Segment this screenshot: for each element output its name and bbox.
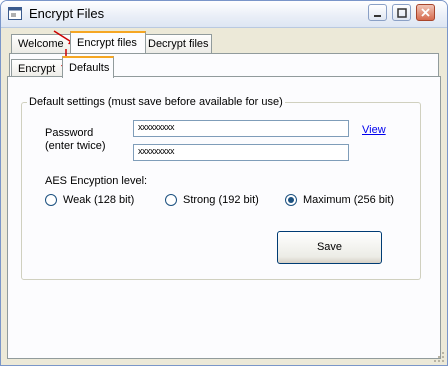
app-window: Encrypt Files Welcome Encrypt files Decr… — [0, 0, 448, 366]
maximize-button[interactable] — [392, 4, 411, 21]
save-button[interactable]: Save — [277, 231, 382, 264]
minimize-button[interactable] — [368, 4, 387, 21]
radio-maximum[interactable] — [285, 194, 297, 206]
window-title: Encrypt Files — [29, 6, 105, 21]
tab-welcome[interactable]: Welcome — [11, 34, 72, 53]
aes-level-label: AES Encyption level: — [45, 175, 148, 187]
app-icon — [8, 7, 22, 20]
tab-decrypt-files[interactable]: Decrypt files — [141, 34, 212, 53]
radio-weak[interactable] — [45, 194, 57, 206]
password-label: Password — [45, 127, 94, 139]
radio-strong-label[interactable]: Strong (192 bit) — [183, 194, 259, 206]
radio-strong[interactable] — [165, 194, 177, 206]
title-bar[interactable]: Encrypt Files — [1, 1, 447, 28]
close-button[interactable] — [416, 4, 435, 21]
radio-selected-dot — [288, 197, 294, 203]
tab-encrypt-files[interactable]: Encrypt files — [70, 31, 146, 53]
password-field-2[interactable]: xxxxxxxxx — [133, 144, 349, 161]
view-link[interactable]: View — [362, 124, 386, 136]
subtab-defaults[interactable]: Defaults — [62, 56, 114, 78]
password-hint: (enter twice) — [45, 140, 106, 152]
group-legend: Default settings (must save before avail… — [27, 96, 285, 108]
password-field-1[interactable]: xxxxxxxxx — [133, 120, 349, 137]
radio-weak-label[interactable]: Weak (128 bit) — [63, 194, 134, 206]
radio-maximum-label[interactable]: Maximum (256 bit) — [303, 194, 394, 206]
resize-grip-icon[interactable] — [434, 352, 445, 363]
